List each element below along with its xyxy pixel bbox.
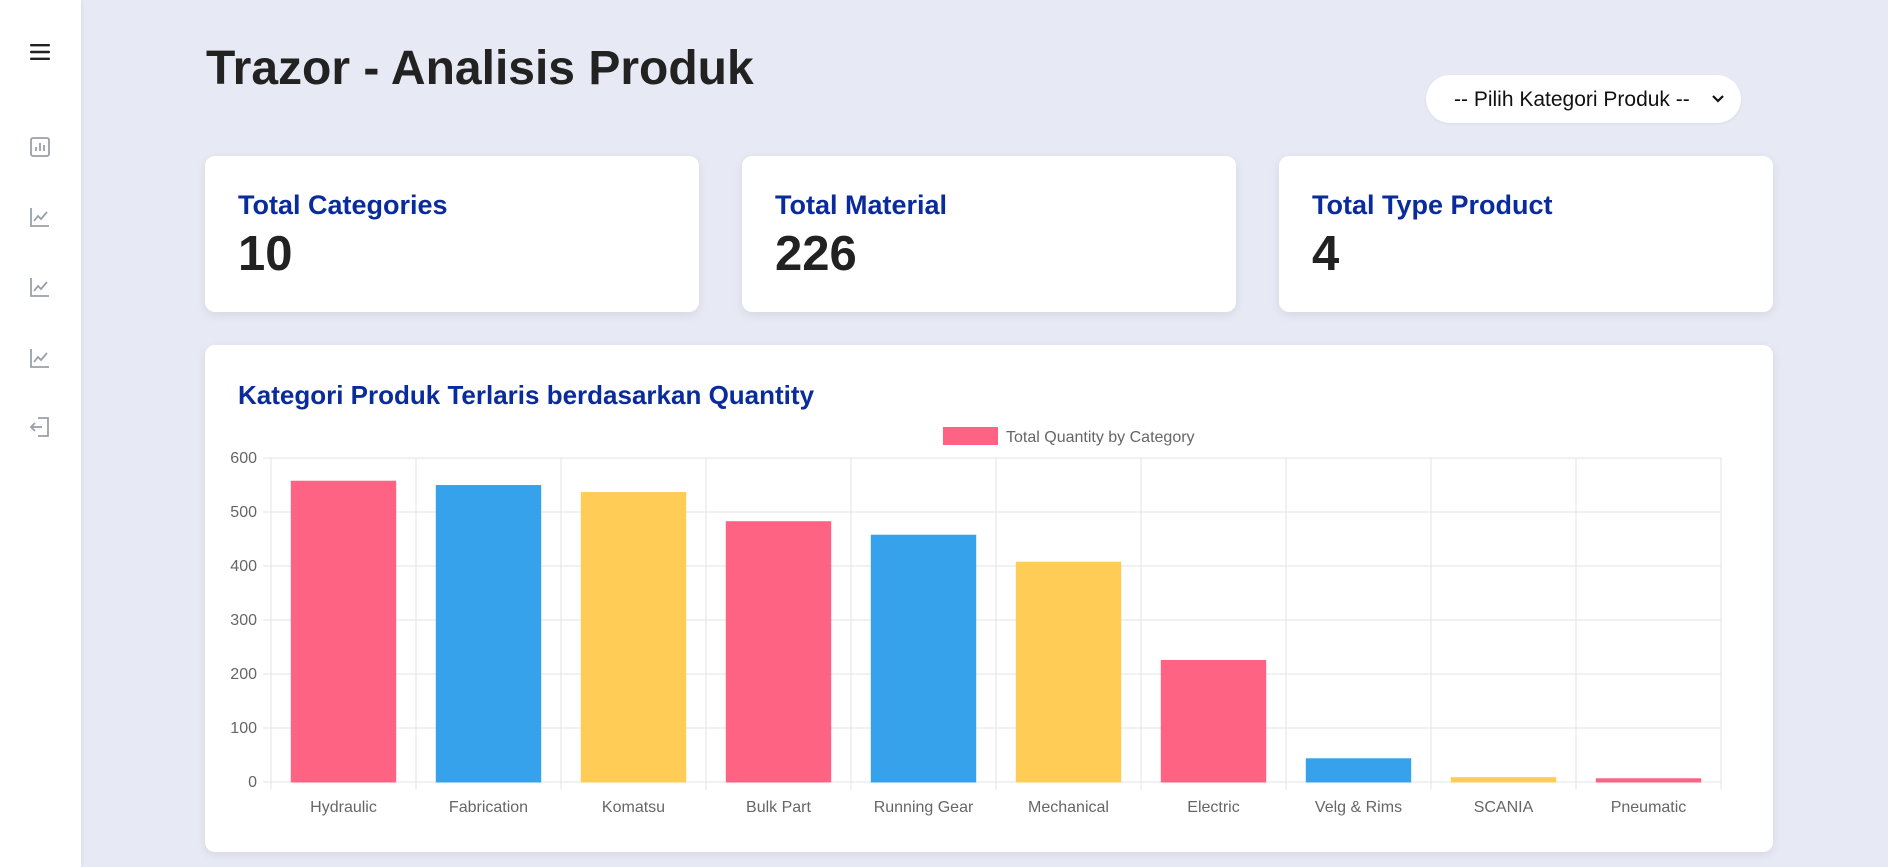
y-tick-label: 500 — [230, 504, 257, 521]
stat-value: 226 — [775, 227, 857, 281]
bar-chart: 0 100 200 300 400 500 600 Hydraulic Fabrication K… — [230, 427, 1722, 816]
bar[interactable] — [1595, 778, 1702, 783]
stat-value: 4 — [1312, 227, 1340, 281]
y-tick-label: 300 — [230, 612, 257, 629]
category-select-value: -- Pilih Kategori Produk -- — [1454, 88, 1690, 111]
y-tick-label: 200 — [230, 666, 257, 683]
bar[interactable] — [870, 534, 977, 783]
sidebar — [0, 0, 81, 867]
x-tick-label: SCANIA — [1474, 799, 1534, 816]
bar[interactable] — [1305, 758, 1412, 783]
bar[interactable] — [580, 492, 687, 783]
bar[interactable] — [1015, 561, 1122, 783]
x-tick-label: Bulk Part — [746, 799, 811, 816]
chart-legend: Total Quantity by Category — [943, 427, 1195, 446]
y-tick-label: 400 — [230, 558, 257, 575]
bar[interactable] — [1450, 777, 1557, 783]
stat-label: Total Type Product — [1312, 190, 1553, 220]
x-tick-label: Pneumatic — [1611, 799, 1687, 816]
sidebar-item-bar-chart[interactable] — [25, 132, 55, 162]
chevron-down-icon — [1712, 95, 1724, 103]
sidebar-item-line-chart-3[interactable] — [25, 343, 55, 373]
y-tick-label: 0 — [248, 774, 257, 791]
category-select[interactable]: -- Pilih Kategori Produk -- — [1426, 75, 1741, 123]
stat-card-total-type-product: Total Type Product 4 — [1279, 156, 1773, 312]
line-chart-icon — [30, 208, 49, 227]
x-tick-label: Running Gear — [874, 799, 974, 816]
chart-title: Kategori Produk Terlaris berdasarkan Qua… — [238, 380, 815, 410]
legend-swatch[interactable] — [943, 427, 998, 445]
sidebar-item-line-chart-2[interactable] — [25, 272, 55, 302]
bar[interactable] — [1160, 660, 1267, 783]
main-content: Trazor - Analisis Produk -- Pilih Katego… — [81, 0, 1888, 867]
bar-chart-icon — [30, 137, 50, 157]
stat-card-total-categories: Total Categories 10 — [205, 156, 699, 312]
line-chart-icon — [30, 278, 49, 297]
y-tick-label: 600 — [230, 450, 257, 467]
x-tick-label: Mechanical — [1028, 799, 1109, 816]
x-tick-label: Komatsu — [602, 799, 665, 816]
sidebar-item-line-chart-1[interactable] — [25, 202, 55, 232]
logout-button[interactable] — [25, 412, 55, 442]
bar[interactable] — [290, 480, 397, 783]
stat-card-total-material: Total Material 226 — [742, 156, 1236, 312]
line-chart-icon — [30, 349, 49, 368]
x-tick-label: Electric — [1187, 799, 1239, 816]
bar[interactable] — [725, 521, 832, 783]
legend-label[interactable]: Total Quantity by Category — [1006, 429, 1195, 446]
bar[interactable] — [435, 485, 542, 783]
menu-icon — [30, 44, 50, 60]
logout-icon — [29, 417, 49, 437]
menu-button[interactable] — [25, 37, 55, 67]
chart-card: 0 100 200 300 400 500 600 Hydraulic Fabrication K… — [205, 345, 1773, 852]
stat-label: Total Categories — [238, 190, 448, 220]
x-tick-label: Hydraulic — [310, 799, 377, 816]
y-tick-label: 100 — [230, 720, 257, 737]
stat-label: Total Material — [775, 190, 948, 220]
x-tick-label: Velg & Rims — [1315, 799, 1402, 816]
stat-value: 10 — [238, 227, 293, 281]
page-title: Trazor - Analisis Produk — [206, 42, 754, 95]
x-tick-label: Fabrication — [449, 799, 528, 816]
